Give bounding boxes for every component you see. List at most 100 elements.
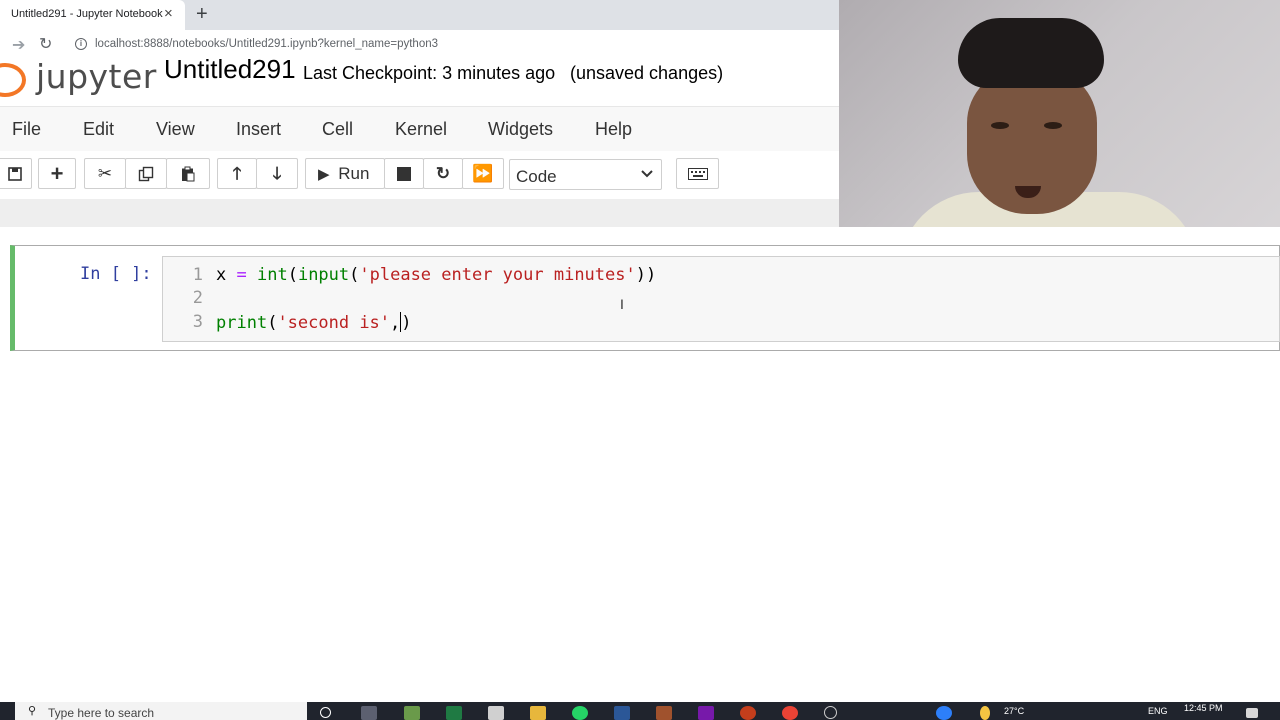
scissors-icon: ✂ <box>97 164 113 183</box>
code-line-1[interactable]: x = int(input('please enter your minutes… <box>216 265 656 285</box>
webcam-person-hair <box>958 18 1104 88</box>
menu-edit[interactable]: Edit <box>83 119 114 140</box>
jupyter-header: jupyter Untitled291 Last Checkpoint: 3 m… <box>0 54 840 106</box>
code-token: int <box>256 265 288 285</box>
browser-tab[interactable]: Untitled291 - Jupyter Notebook × <box>0 0 185 30</box>
code-token: ( <box>267 313 278 333</box>
taskbar-search-placeholder: Type here to search <box>48 706 155 720</box>
close-tab-icon[interactable]: × <box>164 5 173 23</box>
store-icon[interactable] <box>488 706 504 720</box>
mouse-ibeam-cursor: I <box>620 296 624 312</box>
menu-bar: File Edit View Insert Cell Kernel Widget… <box>0 106 840 152</box>
arrow-down-icon: 🡓 <box>272 164 282 183</box>
clock-time[interactable]: 12:45 PM <box>1184 703 1223 713</box>
code-editor[interactable]: 1 2 3 x = int(input('please enter your m… <box>162 256 1280 342</box>
cell-prompt: In [ ]: <box>80 264 152 284</box>
move-up-button[interactable]: 🡑 <box>217 158 257 189</box>
word-icon[interactable] <box>614 706 630 720</box>
cortana-icon[interactable] <box>320 707 331 718</box>
code-token: 'please enter your minutes' <box>359 265 636 285</box>
stop-icon <box>397 167 411 181</box>
line-number: 2 <box>192 288 203 308</box>
code-token: ( <box>349 265 360 285</box>
notebook-toolbar: + ✂ 🡑 🡓 ▶ Run ↻ ⏩ Code <box>0 151 840 199</box>
code-token: ( <box>287 265 298 285</box>
checkpoint-status: Last Checkpoint: 3 minutes ago <box>303 63 556 83</box>
onenote-icon[interactable] <box>698 706 714 720</box>
code-token: print <box>216 313 268 333</box>
code-token: x <box>216 265 237 285</box>
menu-file[interactable]: File <box>12 119 41 140</box>
restart-button[interactable]: ↻ <box>423 158 463 189</box>
url-text[interactable]: localhost:8888/notebooks/Untitled291.ipy… <box>95 38 438 50</box>
run-label: Run <box>338 164 370 183</box>
tab-title: Untitled291 - Jupyter Notebook <box>11 8 163 20</box>
line-number: 3 <box>192 312 203 332</box>
menu-kernel[interactable]: Kernel <box>395 119 447 140</box>
taskbar-search-box[interactable]: ⚲ Type here to search <box>15 702 307 720</box>
save-icon <box>8 164 22 183</box>
code-line-3[interactable]: print('second is',) <box>216 312 412 333</box>
plus-icon: + <box>50 161 64 186</box>
jupyter-logo-text[interactable]: jupyter <box>36 57 157 96</box>
temperature-text[interactable]: 27°C <box>1004 706 1024 716</box>
windows-taskbar: ⚲ Type here to search 27°C ENG 12:45 PM <box>0 702 1280 720</box>
restart-run-all-button[interactable]: ⏩ <box>462 158 504 189</box>
whatsapp-icon[interactable] <box>572 706 588 720</box>
help-icon[interactable] <box>936 706 952 720</box>
forward-arrow-icon[interactable]: ➔ <box>12 35 25 55</box>
play-icon: ▶ <box>318 166 330 183</box>
insert-cell-button[interactable]: + <box>38 158 76 189</box>
chrome-icon[interactable] <box>782 706 798 720</box>
cell-type-select[interactable]: Code <box>509 159 662 190</box>
interrupt-button[interactable] <box>384 158 424 189</box>
menu-view[interactable]: View <box>156 119 195 140</box>
new-tab-button[interactable]: + <box>196 3 208 25</box>
menu-widgets[interactable]: Widgets <box>488 119 553 140</box>
copy-icon <box>138 164 154 183</box>
notebook-name[interactable]: Untitled291 <box>164 54 296 85</box>
restart-icon: ↻ <box>435 164 451 183</box>
task-view-icon[interactable] <box>361 706 377 720</box>
toolbar-separator <box>0 199 840 227</box>
arrow-up-icon: 🡑 <box>232 164 242 183</box>
cell-type-value: Code <box>516 167 557 186</box>
code-token: 'second is' <box>277 313 391 333</box>
powerpoint-icon[interactable] <box>740 706 756 720</box>
line-number-gutter: 1 2 3 <box>163 257 209 341</box>
reload-icon[interactable]: ↻ <box>39 34 52 54</box>
app-icon[interactable] <box>824 706 837 719</box>
code-token: input <box>297 265 350 285</box>
chevron-down-icon <box>640 164 654 187</box>
keyboard-icon <box>687 164 708 183</box>
cut-button[interactable]: ✂ <box>84 158 126 189</box>
paste-button[interactable] <box>166 158 210 189</box>
move-down-button[interactable]: 🡓 <box>256 158 298 189</box>
browser-tab-strip: Untitled291 - Jupyter Notebook × + <box>0 0 840 30</box>
notifications-icon[interactable] <box>1246 708 1258 718</box>
language-indicator[interactable]: ENG <box>1148 706 1168 716</box>
copy-button[interactable] <box>125 158 167 189</box>
paste-icon <box>180 164 196 183</box>
code-token: )) <box>635 265 657 285</box>
excel-icon[interactable] <box>446 706 462 720</box>
code-token: = <box>236 265 247 285</box>
save-button[interactable] <box>0 158 32 189</box>
autosave-status: (unsaved changes) <box>570 63 724 83</box>
menu-insert[interactable]: Insert <box>236 119 281 140</box>
app-icon[interactable] <box>656 706 672 720</box>
run-button[interactable]: ▶ Run <box>305 158 385 189</box>
command-palette-button[interactable] <box>676 158 719 189</box>
weather-icon <box>980 706 990 720</box>
site-info-icon[interactable]: i <box>75 38 87 50</box>
jupyter-logo-icon[interactable] <box>0 63 26 97</box>
search-icon: ⚲ <box>28 705 37 717</box>
line-number: 1 <box>192 265 203 285</box>
menu-help[interactable]: Help <box>595 119 632 140</box>
fast-forward-icon: ⏩ <box>472 164 494 183</box>
app-icon[interactable] <box>404 706 420 720</box>
file-explorer-icon[interactable] <box>530 706 546 720</box>
webcam-eye-left <box>991 122 1009 129</box>
menu-cell[interactable]: Cell <box>322 119 353 140</box>
